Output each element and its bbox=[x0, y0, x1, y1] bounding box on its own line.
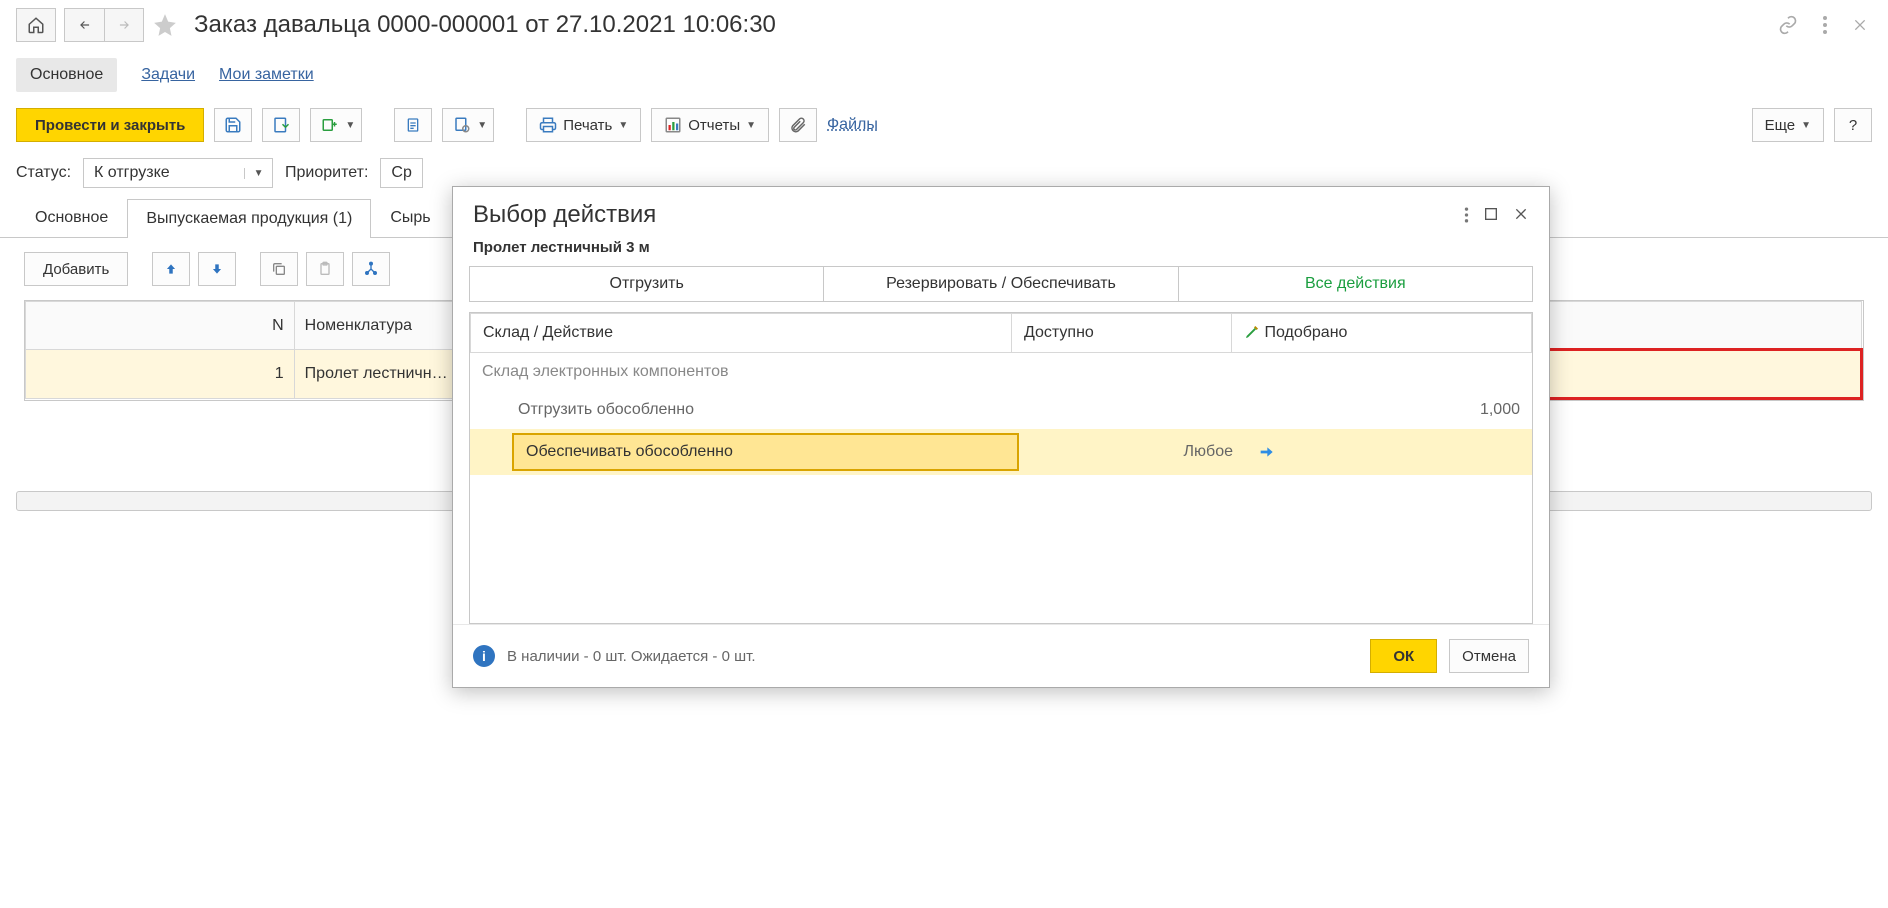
modal-action-row[interactable]: Отгрузить обособленно 1,000 bbox=[470, 391, 1532, 429]
move-up-button[interactable] bbox=[152, 252, 190, 286]
save-icon bbox=[224, 116, 242, 134]
forward-button[interactable] bbox=[104, 8, 144, 42]
add-button[interactable]: Добавить bbox=[24, 252, 128, 286]
caret-down-icon: ▼ bbox=[746, 120, 756, 131]
pencil-icon bbox=[1244, 324, 1260, 340]
post-button[interactable] bbox=[262, 108, 300, 142]
status-value: К отгрузке bbox=[84, 164, 244, 182]
caret-down-icon: ▼ bbox=[1801, 120, 1811, 131]
priority-label: Приоритет: bbox=[285, 164, 368, 182]
copy-icon bbox=[271, 261, 287, 277]
save-button[interactable] bbox=[214, 108, 252, 142]
arrow-right-icon bbox=[115, 18, 133, 32]
modal-footer-text: В наличии - 0 шт. Ожидается - 0 шт. bbox=[507, 648, 756, 665]
copy-button[interactable] bbox=[260, 252, 298, 286]
paste-button[interactable] bbox=[306, 252, 344, 286]
print-label: Печать bbox=[563, 117, 612, 134]
paste-icon bbox=[317, 261, 333, 277]
modal-col-picked: Подобрано bbox=[1232, 314, 1532, 353]
doc-button-2[interactable]: ▼ bbox=[442, 108, 494, 142]
priority-value: Ср bbox=[381, 164, 421, 182]
tab-main[interactable]: Основное bbox=[16, 198, 127, 237]
post-and-close-button[interactable]: Провести и закрыть bbox=[16, 108, 204, 142]
distribute-icon bbox=[363, 261, 379, 277]
more-button[interactable]: Еще ▼ bbox=[1752, 108, 1824, 142]
move-down-button[interactable] bbox=[198, 252, 236, 286]
help-button[interactable]: ? bbox=[1834, 108, 1872, 142]
post-icon bbox=[272, 116, 290, 134]
nav-notes[interactable]: Мои заметки bbox=[219, 66, 314, 84]
files-link[interactable]: Файлы bbox=[827, 116, 878, 134]
reports-label: Отчеты bbox=[688, 117, 740, 134]
more-vertical-icon[interactable] bbox=[1818, 11, 1832, 39]
print-button[interactable]: Печать ▼ bbox=[526, 108, 641, 142]
home-icon bbox=[27, 16, 45, 34]
create-based-button[interactable]: ▼ bbox=[310, 108, 362, 142]
doc-button-1[interactable] bbox=[394, 108, 432, 142]
arrow-right-blue-icon[interactable] bbox=[1257, 444, 1275, 460]
distribute-button[interactable] bbox=[352, 252, 390, 286]
modal-tab-all[interactable]: Все действия bbox=[1179, 267, 1532, 301]
caret-down-icon: ▼ bbox=[244, 168, 272, 179]
document-icon bbox=[405, 116, 421, 134]
choose-action-modal: Выбор действия Пролет лестничный 3 м Отг… bbox=[452, 186, 1550, 688]
status-select[interactable]: К отгрузке ▼ bbox=[83, 158, 273, 188]
attach-button[interactable] bbox=[779, 108, 817, 142]
caret-down-icon: ▼ bbox=[618, 120, 628, 131]
info-icon: i bbox=[473, 645, 495, 667]
caret-down-icon: ▼ bbox=[345, 120, 355, 131]
nav-tasks[interactable]: Задачи bbox=[141, 66, 195, 84]
selected-action-cell[interactable]: Обеспечивать обособленно bbox=[512, 433, 1019, 471]
printer-icon bbox=[539, 116, 557, 134]
tab-products[interactable]: Выпускаемая продукция (1) bbox=[127, 199, 371, 238]
priority-select[interactable]: Ср bbox=[380, 158, 422, 188]
ok-button[interactable]: ОК bbox=[1370, 639, 1437, 673]
maximize-icon[interactable] bbox=[1483, 206, 1499, 224]
more-label: Еще bbox=[1765, 117, 1796, 134]
back-button[interactable] bbox=[64, 8, 104, 42]
modal-col-available: Доступно bbox=[1012, 314, 1232, 353]
modal-col-warehouse-action: Склад / Действие bbox=[471, 314, 1012, 353]
arrow-down-icon bbox=[210, 261, 224, 277]
home-button[interactable] bbox=[16, 8, 56, 42]
more-vertical-icon[interactable] bbox=[1464, 206, 1469, 224]
nav-main[interactable]: Основное bbox=[16, 58, 117, 92]
arrow-up-icon bbox=[164, 261, 178, 277]
tab-raw[interactable]: Сырь bbox=[371, 198, 449, 237]
status-label: Статус: bbox=[16, 164, 71, 182]
modal-tab-reserve[interactable]: Резервировать / Обеспечивать bbox=[824, 267, 1178, 301]
col-n: N bbox=[26, 302, 295, 350]
page-title: Заказ давальца 0000-000001 от 27.10.2021… bbox=[194, 11, 1766, 39]
create-based-icon bbox=[321, 116, 339, 134]
modal-tab-ship[interactable]: Отгрузить bbox=[470, 267, 824, 301]
caret-down-icon: ▼ bbox=[477, 120, 487, 131]
modal-action-row-selected[interactable]: Обеспечивать обособленно Любое bbox=[470, 429, 1532, 475]
favorite-star-icon[interactable] bbox=[152, 12, 178, 38]
modal-group-row: Склад электронных компонентов bbox=[470, 353, 1532, 391]
reports-icon bbox=[664, 116, 682, 134]
cancel-button[interactable]: Отмена bbox=[1449, 639, 1529, 673]
close-icon[interactable] bbox=[1848, 13, 1872, 37]
modal-subtitle: Пролет лестничный 3 м bbox=[453, 235, 1549, 266]
modal-title: Выбор действия bbox=[473, 201, 1464, 229]
paperclip-icon bbox=[789, 116, 807, 134]
cell-n: 1 bbox=[26, 350, 295, 399]
close-icon[interactable] bbox=[1513, 206, 1529, 224]
reports-button[interactable]: Отчеты ▼ bbox=[651, 108, 769, 142]
arrow-left-icon bbox=[76, 18, 94, 32]
document-gear-icon bbox=[453, 116, 471, 134]
link-icon[interactable] bbox=[1774, 11, 1802, 39]
